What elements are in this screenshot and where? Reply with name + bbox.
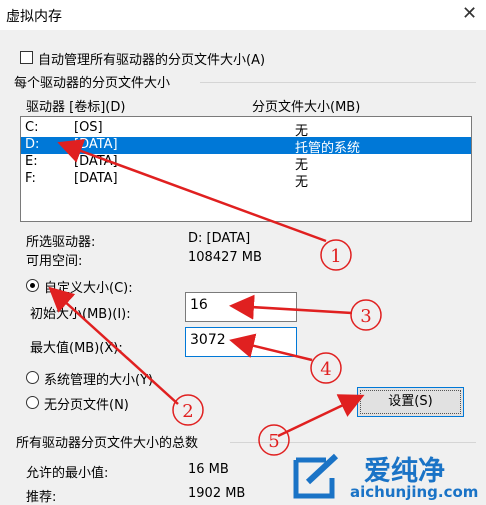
drive-list[interactable]: C: [OS] 无 D: [DATA] 托管的系统 E: [DATA] 无 F:…	[20, 116, 472, 222]
set-button[interactable]: 设置(S)	[357, 387, 464, 417]
drive-letter: D:	[25, 137, 40, 152]
custom-size-label[interactable]: 自定义大小(C):	[44, 277, 133, 296]
initial-size-label: 初始大小(MB)(I):	[30, 307, 131, 322]
annotation-circle-3	[350, 299, 382, 331]
close-icon[interactable]: ✕	[462, 3, 477, 24]
custom-size-radio[interactable]	[26, 279, 39, 292]
selected-drive-value: D: [DATA]	[188, 231, 251, 246]
drive-row-f[interactable]: F: [DATA] 无	[21, 171, 471, 190]
drive-letter: F:	[25, 171, 36, 186]
drive-letter: E:	[25, 154, 38, 169]
drive-size: 无	[295, 175, 309, 190]
selected-drive-label: 所选驱动器:	[26, 235, 96, 250]
annotation-number-4: 4	[320, 359, 331, 380]
no-paging-radio[interactable]	[26, 396, 39, 409]
column-header-size: 分页文件大小(MB)	[252, 100, 361, 115]
recommended-value: 1902 MB	[188, 486, 246, 501]
available-space-label: 可用空间:	[26, 254, 83, 269]
section-per-drive-title: 每个驱动器的分页文件大小	[14, 76, 171, 91]
auto-manage-checkbox[interactable]	[20, 51, 33, 64]
set-button-label: 设置(S)	[388, 394, 433, 409]
max-size-label: 最大值(MB)(X):	[30, 341, 123, 356]
annotation-number-2: 2	[182, 401, 193, 422]
min-allowed-value: 16 MB	[188, 462, 229, 477]
arrow-5	[277, 394, 365, 438]
drive-letter: C:	[25, 120, 39, 135]
group-divider	[200, 82, 476, 83]
system-managed-radio[interactable]	[26, 371, 39, 384]
initial-size-input[interactable]: 16	[185, 292, 297, 322]
no-paging-label[interactable]: 无分页文件(N)	[44, 394, 129, 413]
annotation-circle-4	[310, 352, 342, 384]
group-divider	[230, 442, 476, 443]
window-title: 虚拟内存	[6, 9, 62, 25]
drive-row-c[interactable]: C: [OS] 无	[21, 120, 471, 139]
column-header-drive: 驱动器 [卷标](D)	[26, 100, 126, 115]
drive-label: [DATA]	[74, 137, 118, 152]
annotation-circle-2	[172, 394, 204, 426]
min-allowed-label: 允许的最小值:	[26, 466, 109, 481]
drive-label: [OS]	[74, 120, 103, 135]
title-bar	[0, 0, 486, 30]
auto-manage-label[interactable]: 自动管理所有驱动器的分页文件大小(A)	[38, 49, 265, 68]
available-space-value: 108427 MB	[188, 250, 262, 265]
drive-label: [DATA]	[74, 171, 118, 186]
watermark-logo-icon	[293, 453, 339, 499]
max-size-input[interactable]: 3072	[185, 327, 297, 357]
system-managed-label[interactable]: 系统管理的大小(Y)	[44, 369, 153, 388]
annotation-circle-5	[258, 424, 290, 456]
section-total-title: 所有驱动器分页文件大小的总数	[16, 436, 199, 451]
recommended-label: 推荐:	[26, 490, 57, 505]
drive-row-d[interactable]: D: [DATA] 托管的系统	[21, 137, 471, 156]
annotation-number-1: 1	[330, 246, 341, 267]
drive-row-e[interactable]: E: [DATA] 无	[21, 154, 471, 173]
annotation-number-3: 3	[360, 306, 371, 327]
annotation-circle-1	[320, 239, 352, 271]
watermark-url: aichunjing.com	[350, 483, 479, 501]
drive-label: [DATA]	[74, 154, 118, 169]
